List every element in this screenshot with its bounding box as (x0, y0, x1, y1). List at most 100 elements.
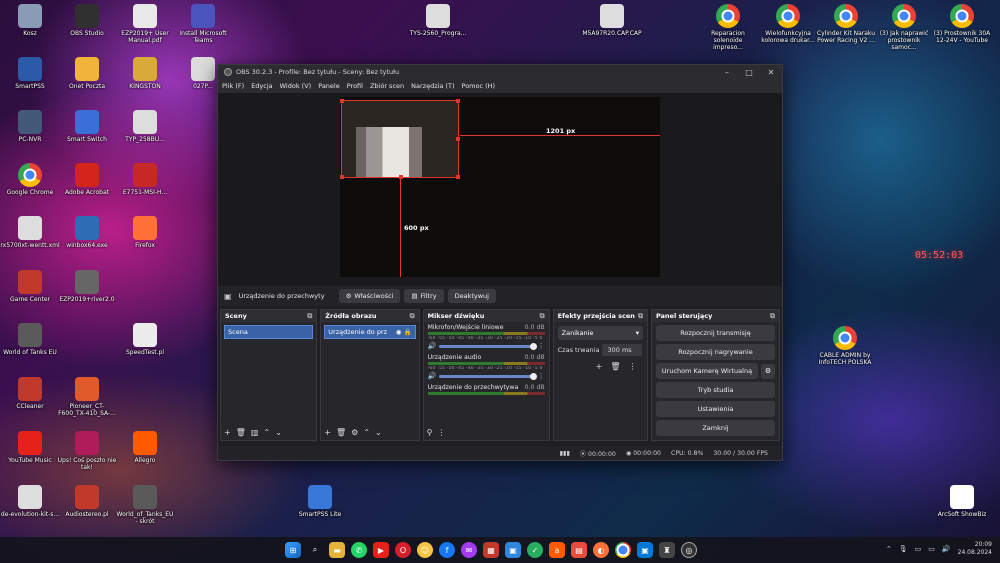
desktop-icon-mail[interactable]: Onet Poczta (57, 57, 117, 90)
obs-titlebar[interactable]: OBS 30.2.3 - Profile: Bez tytułu - Sceny… (218, 65, 782, 79)
desktop-icon-arcsoft[interactable]: ArcSoft ShowBiz (932, 485, 992, 518)
chrome-icon[interactable] (615, 542, 631, 558)
chevron-down-icon[interactable]: ⌄ (375, 428, 382, 437)
desktop-icon-msi[interactable]: E7751-MSI-H... (115, 163, 175, 196)
desktop-icon-chrome[interactable]: Cylinder Kit Naraku Power Racing V2 ... (816, 4, 876, 44)
volume-icon[interactable]: 🔊 (942, 545, 951, 553)
menu-docks[interactable]: Panele (318, 82, 340, 90)
desktop-icon-ezp[interactable]: EZP2019+river2.0 (57, 270, 117, 303)
store-icon[interactable]: ▣ (637, 542, 653, 558)
desktop-icon-recycle-bin[interactable]: Kosz (0, 4, 60, 37)
resize-handle[interactable] (456, 137, 460, 141)
desktop-icon-pioneer[interactable]: Pioneer_CT-F600_TX-410_SA-... (57, 377, 117, 417)
add-icon[interactable]: + (324, 428, 331, 437)
resize-handle[interactable] (456, 99, 460, 103)
desktop-icon-folder[interactable]: KINGSTON (115, 57, 175, 90)
desktop-icon-file[interactable]: TYP_258BU... (115, 110, 175, 143)
chevron-down-icon[interactable]: ⌄ (275, 428, 282, 437)
desktop-icon-file[interactable]: TYS-2560_Progra... (408, 4, 468, 37)
volume-slider[interactable] (439, 342, 537, 350)
desktop-icon-obs[interactable]: OBS Studio (57, 4, 117, 37)
close-button[interactable]: ✕ (760, 65, 782, 79)
filters-button[interactable]: ▤ Filtry (404, 289, 444, 303)
calendar-icon[interactable]: ▤ (571, 542, 587, 558)
scene-item[interactable]: Scena (224, 325, 314, 339)
start-virtual-camera-button[interactable]: Uruchom Kamerę Wirtualną (655, 363, 759, 379)
grid-app-icon[interactable]: ▦ (483, 542, 499, 558)
chevron-up-icon[interactable]: ⌃ (363, 428, 370, 437)
add-icon[interactable]: + (596, 362, 603, 371)
desktop-icon-pc-nvr[interactable]: PC-NVR (0, 110, 60, 143)
camera-icon[interactable]: ▭ (915, 545, 922, 553)
start-recording-button[interactable]: Rozpocznij nagrywanie (655, 344, 776, 360)
gear-icon[interactable]: ⚙ (761, 363, 776, 379)
facebook-icon[interactable]: f (439, 542, 455, 558)
desktop-icon-acrobat[interactable]: Adobe Acrobat (57, 163, 117, 196)
network-icon[interactable]: ▭ (928, 545, 935, 553)
desktop-icon-chrome[interactable]: Google Chrome (0, 163, 60, 196)
wot-icon[interactable]: ♜ (659, 542, 675, 558)
desktop-icon-audiostereo[interactable]: Audiostereo.pl (57, 485, 117, 518)
resize-handle[interactable] (456, 175, 460, 179)
more-icon[interactable]: ⋮ (629, 362, 637, 371)
maximize-button[interactable]: □ (738, 65, 760, 79)
microphone-icon[interactable]: 🎙 (899, 545, 908, 553)
exit-button[interactable]: Zamknij (655, 420, 776, 436)
file-explorer-icon[interactable]: ▬ (329, 542, 345, 558)
desktop-icon-speedtest[interactable]: SpeedTest.pl (115, 323, 175, 356)
menu-file[interactable]: Plik (F) (222, 82, 244, 90)
menu-profile[interactable]: Profil (347, 82, 363, 90)
photo-app-icon[interactable]: ▣ (505, 542, 521, 558)
source-item[interactable]: Urządzenie do prz ◉ 🔒 (324, 325, 416, 339)
chevron-up-icon[interactable]: ⌃ (886, 545, 892, 553)
more-icon[interactable]: ⋮ (538, 342, 545, 350)
opera-icon[interactable]: O (395, 542, 411, 558)
start-streaming-button[interactable]: Rozpocznij transmisję (655, 325, 776, 341)
desktop-icon-winbox[interactable]: winbox64.exe (57, 216, 117, 249)
deactivate-button[interactable]: Deaktywuj (447, 289, 496, 303)
more-icon[interactable]: ⋮ (538, 372, 545, 380)
youtube-icon[interactable]: ▶ (373, 542, 389, 558)
taskbar-clock[interactable]: 20:09 24.08.2024 (958, 541, 992, 557)
desktop-icon-wot[interactable]: World of Tanks EU (0, 323, 60, 356)
obs-icon[interactable]: ◎ (681, 542, 697, 558)
menu-tools[interactable]: Narzędzia (T) (411, 82, 454, 90)
desktop-icon-smart-switch[interactable]: Smart Switch (57, 110, 117, 143)
more-icon[interactable]: ⋮ (437, 428, 445, 437)
popout-icon[interactable]: ⧉ (770, 312, 775, 320)
desktop-icon-game-center[interactable]: Game Center (0, 270, 60, 303)
obs-window[interactable]: OBS 30.2.3 - Profile: Bez tytułu - Sceny… (217, 64, 783, 461)
studio-mode-button[interactable]: Tryb studia (655, 382, 776, 398)
messenger-icon[interactable]: ✉ (461, 542, 477, 558)
menu-help[interactable]: Pomoc (H) (462, 82, 496, 90)
resize-handle[interactable] (340, 99, 344, 103)
search-icon[interactable]: ⌕ (307, 542, 323, 558)
desktop-icon-youtube-music[interactable]: YouTube Music (0, 431, 60, 464)
trash-icon[interactable]: 🗑 (336, 428, 346, 437)
desktop-icon-chrome[interactable]: Wielofunkcyjna kolorowa drukar... (758, 4, 818, 44)
popout-icon[interactable]: ⧉ (307, 312, 312, 320)
emoji-app-icon[interactable]: ☺ (417, 542, 433, 558)
whatsapp-icon[interactable]: ✆ (351, 542, 367, 558)
link-icon[interactable]: ⚲ (427, 428, 433, 437)
desktop-icon-file[interactable]: de-evolution-kit-s... (0, 485, 60, 518)
volume-slider[interactable] (439, 372, 537, 380)
gear-icon[interactable]: ⚙ (351, 428, 358, 437)
desktop-icon-allegro[interactable]: Allegro (115, 431, 175, 464)
eye-lock-icons[interactable]: ◉ 🔒 (396, 328, 412, 336)
menu-edit[interactable]: Edycja (251, 82, 272, 90)
popout-icon[interactable]: ⧉ (540, 312, 545, 320)
desktop-icon-smartpss[interactable]: SmartPSS (0, 57, 60, 90)
desktop-icon-chrome[interactable]: (3) Prostownik 30A 12-24V - YouTube (932, 4, 992, 44)
desktop-icon-error-app[interactable]: Ups! Coś poszło nie tak! (57, 431, 117, 471)
desktop-icon-file[interactable]: M5A97R20.CAP.CAP (582, 4, 642, 37)
start-icon[interactable]: ⊞ (285, 542, 301, 558)
desktop-icon-file[interactable]: rx5700xt-wentt.xml (0, 216, 60, 249)
minimize-button[interactable]: – (716, 65, 738, 79)
preview-canvas[interactable]: 1201 px 600 px (340, 97, 660, 277)
speaker-icon[interactable]: 🔊 (428, 342, 437, 350)
settings-button[interactable]: Ustawienia (655, 401, 776, 417)
duration-input[interactable]: 300 ms (602, 344, 643, 356)
desktop-icon-pdf[interactable]: EZP2019+ User Manual.pdf (115, 4, 175, 44)
chevron-up-icon[interactable]: ⌃ (263, 428, 270, 437)
